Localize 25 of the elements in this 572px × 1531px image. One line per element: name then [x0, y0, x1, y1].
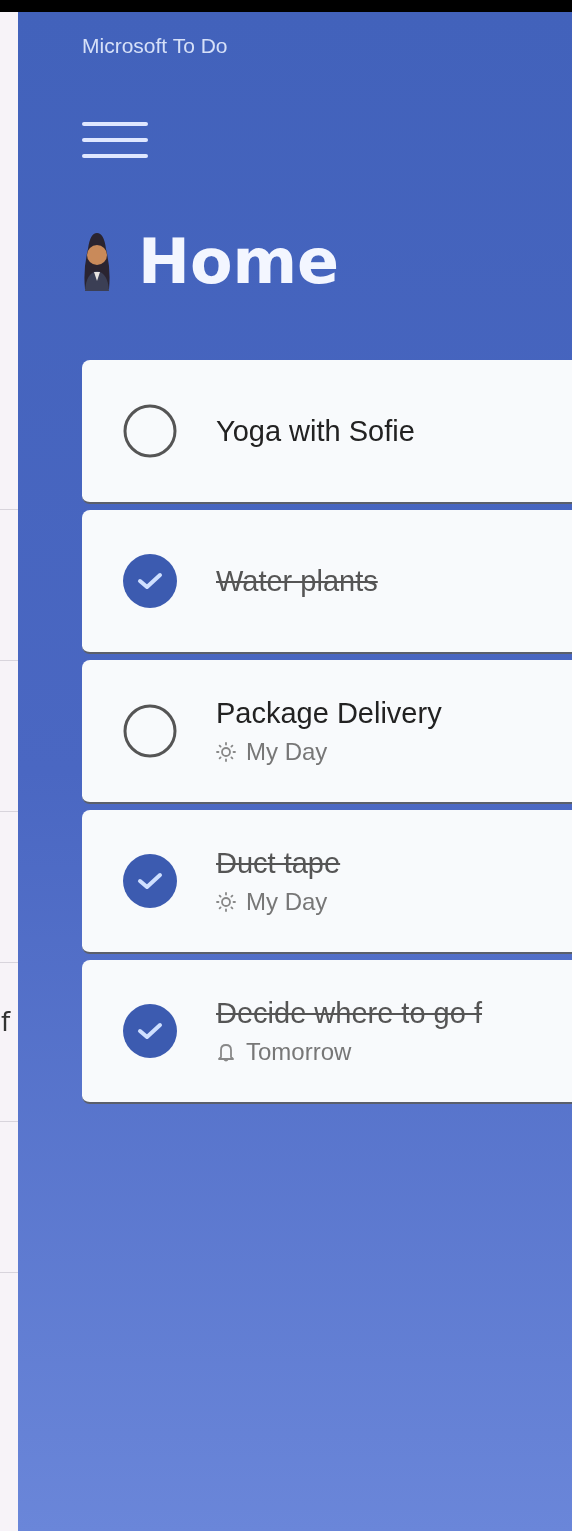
task-card[interactable]: Water plants [82, 510, 572, 655]
checked-circle-icon[interactable] [122, 853, 178, 910]
menu-icon[interactable] [82, 120, 148, 160]
task-title: Decide where to go f [216, 996, 482, 1030]
task-title: Package Delivery [216, 696, 442, 730]
task-card[interactable]: Duct tape My Day [82, 810, 572, 955]
sun-icon [216, 891, 236, 912]
checked-circle-icon[interactable] [122, 1003, 178, 1060]
task-title: Yoga with Sofie [216, 414, 415, 448]
task-card[interactable]: Decide where to go f Tomorrow [82, 960, 572, 1105]
task-card[interactable]: Package Delivery My Day [82, 660, 572, 805]
task-title: Water plants [216, 564, 378, 598]
checkbox-circle-icon[interactable] [122, 703, 178, 760]
checkbox-circle-icon[interactable] [122, 403, 178, 460]
task-due-label: Tomorrow [246, 1037, 352, 1066]
task-due-label: My Day [246, 887, 328, 916]
list-title: Home [138, 228, 340, 297]
sun-icon [216, 741, 236, 762]
list-name: f [1, 1009, 11, 1035]
app-title: Microsoft To Do [82, 34, 229, 58]
bell-icon [216, 1041, 236, 1062]
task-card[interactable]: Yoga with Sofie [82, 360, 572, 505]
task-due-label: My Day [246, 737, 328, 766]
checked-circle-icon[interactable] [122, 553, 178, 610]
task-title: Duct tape [216, 846, 341, 880]
